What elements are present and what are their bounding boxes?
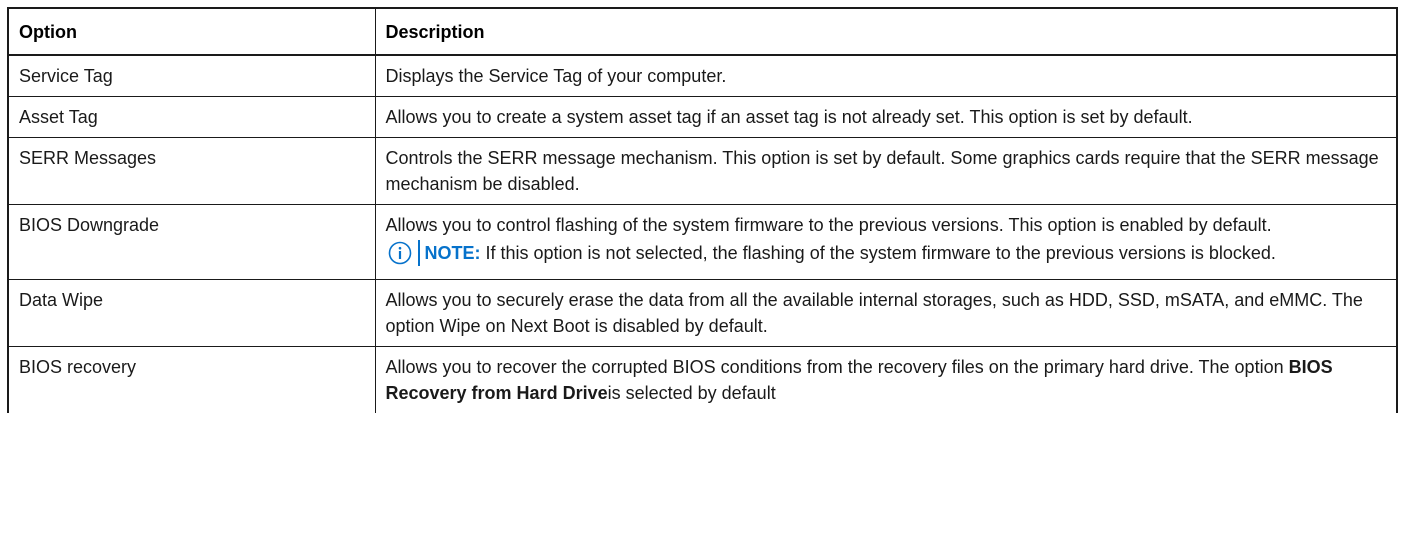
option-cell: Data Wipe bbox=[7, 279, 376, 347]
table-row: BIOS Downgrade Allows you to control fla… bbox=[7, 204, 1398, 280]
info-circle-icon bbox=[386, 240, 418, 266]
table-row: Asset Tag Allows you to create a system … bbox=[7, 96, 1398, 138]
description-cell: Allows you to securely erase the data fr… bbox=[374, 279, 1398, 347]
table-row: Data Wipe Allows you to securely erase t… bbox=[7, 279, 1398, 347]
note-block: NOTE: If this option is not selected, th… bbox=[386, 240, 1388, 266]
table-row: Service Tag Displays the Service Tag of … bbox=[7, 54, 1398, 97]
note-label: NOTE: bbox=[424, 243, 481, 263]
option-cell: SERR Messages bbox=[7, 137, 376, 205]
description-text: Allows you to recover the corrupted BIOS… bbox=[385, 357, 1289, 377]
option-cell: BIOS Downgrade bbox=[7, 204, 376, 280]
table-row: SERR Messages Controls the SERR message … bbox=[7, 137, 1398, 205]
column-header-option: Option bbox=[7, 7, 376, 56]
description-cell: Controls the SERR message mechanism. Thi… bbox=[374, 137, 1398, 205]
description-cell: Displays the Service Tag of your compute… bbox=[374, 54, 1398, 97]
options-table: Option Description Service Tag Displays … bbox=[7, 7, 1398, 413]
note-text: NOTE: If this option is not selected, th… bbox=[417, 240, 1276, 266]
table-header-row: Option Description bbox=[7, 7, 1398, 56]
option-cell: Service Tag bbox=[7, 54, 376, 97]
description-text: Allows you to control flashing of the sy… bbox=[385, 215, 1272, 235]
description-cell: Allows you to recover the corrupted BIOS… bbox=[374, 346, 1398, 413]
description-text-end: is selected by default bbox=[607, 383, 776, 403]
table-row: BIOS recovery Allows you to recover the … bbox=[7, 346, 1398, 413]
description-cell: Allows you to control flashing of the sy… bbox=[374, 204, 1398, 280]
description-cell: Allows you to create a system asset tag … bbox=[374, 96, 1398, 138]
column-header-description: Description bbox=[374, 7, 1398, 56]
document-page: Option Description Service Tag Displays … bbox=[0, 0, 1403, 548]
note-content: If this option is not selected, the flas… bbox=[480, 243, 1276, 263]
option-cell: Asset Tag bbox=[7, 96, 376, 138]
option-cell: BIOS recovery bbox=[7, 346, 376, 413]
